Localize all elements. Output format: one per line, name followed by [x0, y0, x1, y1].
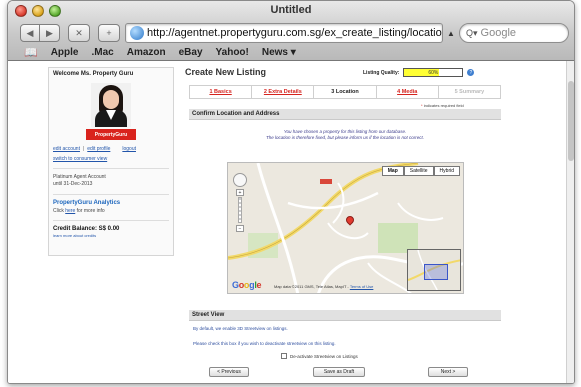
browser-window: Untitled ◀ ▶ ✕ + http://agentnet.propert…	[7, 0, 575, 384]
forward-arrow-icon: ▶	[46, 27, 53, 38]
bookmarks-bar: 📖 Apple .Mac Amazon eBay Yahoo! News ▾	[8, 43, 574, 61]
map-type-satellite-button[interactable]: Satellite	[403, 166, 434, 176]
location-note: You have chosen a property for this list…	[265, 129, 425, 140]
sidebar-divider	[53, 194, 169, 195]
section-confirm-location: Confirm Location and Address	[189, 109, 501, 120]
quality-value: 60%	[428, 70, 439, 76]
edit-account-link[interactable]: edit account	[53, 146, 80, 152]
streetview-instruction-text: Please check this box if you wish to dea…	[193, 341, 336, 346]
step-summary: 5 Summary	[438, 86, 501, 98]
scroll-thumb[interactable]	[568, 81, 574, 161]
propertyguru-logo: PropertyGuru	[86, 129, 136, 140]
address-dropdown-icon[interactable]: ▲	[446, 23, 456, 43]
back-button[interactable]: ◀	[20, 24, 40, 42]
agent-avatar	[91, 83, 131, 127]
overview-map[interactable]	[407, 249, 461, 291]
bookmark-ebay[interactable]: eBay	[179, 47, 203, 58]
credit-balance: Credit Balance: S$ 0.00	[53, 226, 120, 232]
deactivate-streetview-label: De-activate Streetview on Listings	[290, 353, 358, 359]
sidebar-divider	[53, 220, 169, 221]
window-title: Untitled	[270, 4, 312, 16]
wizard-steps: 1 Basics 2 Extra Details 3 Location 4 Me…	[189, 85, 501, 99]
back-arrow-icon: ◀	[26, 27, 34, 38]
map-type-map-button[interactable]: Map	[381, 166, 404, 176]
save-draft-button[interactable]: Save as Draft	[313, 367, 365, 377]
learn-credits-link[interactable]: learn more about credits	[53, 233, 169, 238]
step-media[interactable]: 4 Media	[376, 86, 439, 98]
search-icon: Q▾	[466, 27, 478, 38]
title-bar: Untitled ◀ ▶ ✕ + http://agentnet.propert…	[8, 1, 574, 61]
step-extra-details[interactable]: 2 Extra Details	[252, 86, 315, 98]
zoom-in-icon[interactable]: +	[236, 189, 244, 196]
open-book-icon[interactable]: 📖	[24, 46, 38, 59]
deactivate-streetview-row: De-activate Streetview on Listings	[281, 353, 358, 359]
vertical-scrollbar[interactable]	[566, 61, 574, 383]
search-field[interactable]: Q▾ Google	[459, 23, 569, 43]
address-bar[interactable]: http://agentnet.propertyguru.com.sg/ex_c…	[125, 23, 443, 43]
zoom-slider[interactable]	[238, 197, 242, 223]
account-type: Platinum Agent Account	[53, 174, 106, 180]
switch-consumer-view-link[interactable]: switch to consumer view	[53, 156, 169, 162]
zoom-out-icon[interactable]: −	[236, 225, 244, 232]
map-zoom-control[interactable]: + −	[233, 173, 247, 232]
logout-link[interactable]: logout	[122, 146, 136, 152]
main-content: Create New Listing Listing Quality: 60% …	[185, 67, 505, 377]
welcome-text: Welcome Ms. Property Guru	[53, 71, 134, 77]
help-icon[interactable]: ?	[467, 69, 475, 76]
edit-profile-link[interactable]: edit profile	[87, 146, 110, 152]
stop-icon: ✕	[75, 27, 83, 38]
analytics-here-link[interactable]: here	[65, 208, 75, 214]
deactivate-streetview-checkbox[interactable]	[281, 353, 287, 359]
required-star-icon: *	[421, 103, 423, 108]
stop-button[interactable]: ✕	[68, 24, 90, 42]
google-logo: Google	[232, 280, 262, 290]
map-type-hybrid-button[interactable]: Hybrid	[433, 166, 460, 176]
next-button[interactable]: Next >	[428, 367, 468, 377]
account-expiry: until 31-Dec-2013	[53, 181, 93, 187]
quality-label: Listing Quality:	[363, 69, 400, 76]
bookmark-yahoo[interactable]: Yahoo!	[216, 47, 249, 58]
bookmark-amazon[interactable]: Amazon	[127, 47, 166, 58]
analytics-info: Click here for more info	[53, 208, 105, 214]
account-links: edit account | edit profile logout	[53, 146, 136, 152]
bookmark-apple[interactable]: Apple	[51, 47, 79, 58]
overview-viewport[interactable]	[424, 264, 448, 280]
agent-sidebar: Welcome Ms. Property Guru PropertyGuru e…	[48, 67, 174, 256]
quality-progress-bar: 60%	[403, 68, 464, 77]
listing-quality: Listing Quality: 60% ?	[363, 68, 475, 77]
section-street-view: Street View	[189, 310, 501, 321]
pan-control-icon[interactable]	[233, 173, 247, 187]
forward-button[interactable]: ▶	[40, 24, 60, 42]
url-text[interactable]: http://agentnet.propertyguru.com.sg/ex_c…	[147, 27, 442, 39]
sidebar-divider	[53, 168, 169, 169]
add-bookmark-button[interactable]: +	[98, 24, 120, 42]
bookmark-news[interactable]: News ▾	[262, 47, 296, 58]
step-basics[interactable]: 1 Basics	[190, 86, 253, 98]
map-type-controls: Map Satellite Hybrid	[381, 166, 460, 176]
analytics-title[interactable]: PropertyGuru Analytics	[53, 200, 169, 206]
required-note: * indicates required field	[421, 103, 464, 108]
streetview-default-text: By default, we enable 3D Streetview on l…	[193, 326, 288, 331]
step-location: 3 Location	[314, 86, 377, 98]
web-page: Welcome Ms. Property Guru PropertyGuru e…	[8, 61, 574, 383]
terms-of-use-link[interactable]: Terms of Use	[350, 284, 374, 289]
site-globe-icon	[130, 26, 144, 40]
plus-icon: +	[106, 28, 112, 38]
map-attribution: Map data ©2011 GMS, Tele Atlas, MapIT - …	[274, 284, 374, 289]
previous-button[interactable]: < Previous	[209, 367, 249, 377]
bookmark-mac[interactable]: .Mac	[91, 47, 113, 58]
search-placeholder: Google	[480, 27, 517, 39]
location-map[interactable]: + − Map Satellite Hybrid Google Map data…	[227, 162, 464, 294]
